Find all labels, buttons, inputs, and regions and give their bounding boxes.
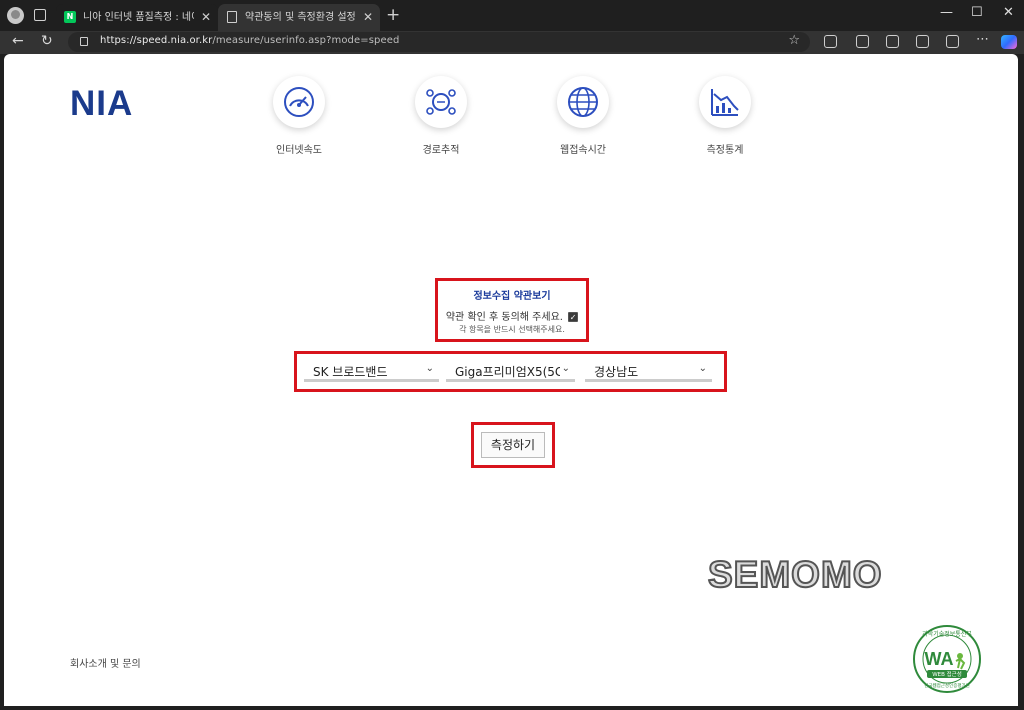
refresh-icon[interactable]: ↻ — [41, 33, 53, 49]
menu-item-web-access-time[interactable]: 웹접속시간 — [533, 76, 633, 156]
menu-label: 웹접속시간 — [560, 145, 606, 156]
badge-wa-text: WA — [925, 649, 954, 669]
agree-row: 약관 확인 후 동의해 주세요. ✓ — [438, 308, 586, 323]
required-hint: 각 항목을 반드시 선택해주세요. — [459, 325, 565, 334]
menu-label: 인터넷속도 — [276, 145, 322, 156]
page-favicon-icon — [227, 11, 237, 23]
globe-icon — [557, 76, 609, 128]
badge-ring-text: 과학기술정보통신부 — [922, 630, 972, 638]
menu-label: 경로추적 — [422, 145, 460, 156]
browser-essentials-icon[interactable] — [946, 35, 959, 48]
company-info-link[interactable]: 회사소개 및 문의 — [70, 655, 141, 670]
favorites-icon[interactable] — [886, 35, 899, 48]
web-page: NIA 인터넷속도 경로추적 웹접속시간 측정통계 정보수집 약관보기 약관 확… — [4, 54, 1018, 706]
agree-checkbox[interactable]: ✓ — [568, 312, 579, 322]
view-terms-link[interactable]: 정보수집 약관보기 — [438, 287, 586, 302]
chevron-down-icon: ⌄ — [698, 363, 707, 374]
route-trace-icon — [415, 76, 467, 128]
collections-icon[interactable] — [916, 35, 929, 48]
web-accessibility-badge: 과학기술정보통신부 WA WEB 접근성 한국웹접근성인증평가원 — [910, 624, 984, 694]
lock-icon — [80, 37, 88, 46]
minimize-button[interactable]: — — [940, 5, 953, 20]
new-tab-button[interactable]: + — [386, 5, 400, 25]
tab-naver-search[interactable]: N 니아 인터넷 품질측정 : 네이버 검 ✕ — [56, 4, 218, 31]
terms-agreement-section: 정보수집 약관보기 약관 확인 후 동의해 주세요. ✓ 각 항목을 반드시 선… — [435, 278, 589, 342]
nia-logo[interactable]: NIA — [70, 84, 133, 124]
tab-close-icon[interactable]: ✕ — [363, 4, 373, 31]
menu-item-internet-speed[interactable]: 인터넷속도 — [249, 76, 349, 156]
agree-label: 약관 확인 후 동의해 주세요. — [445, 312, 563, 323]
tab-title: 약관동의 및 측정환경 설정 | 인터 — [245, 12, 356, 23]
plan-select[interactable]: Giga프리미엄X5(5G ⌄ — [446, 363, 575, 382]
speedometer-icon — [273, 76, 325, 128]
url-text: https://speed.nia.or.kr/measure/userinfo… — [100, 35, 400, 46]
isp-select-value: SK 브로드밴드 — [313, 365, 388, 379]
measure-button[interactable]: 측정하기 — [481, 432, 545, 458]
measurement-environment-selectors: SK 브로드밴드 ⌄ Giga프리미엄X5(5G ⌄ 경상남도 ⌄ — [294, 351, 727, 392]
address-bar[interactable]: https://speed.nia.or.kr/measure/userinfo… — [68, 32, 810, 52]
statistics-chart-icon — [699, 76, 751, 128]
tab-title: 니아 인터넷 품질측정 : 네이버 검 — [83, 12, 194, 23]
semomo-watermark: SEMOMO — [707, 553, 883, 596]
menu-item-route-trace[interactable]: 경로추적 — [391, 76, 491, 156]
measure-button-highlight: 측정하기 — [471, 422, 555, 468]
browser-toolbar: ← ↻ https://speed.nia.or.kr/measure/user… — [0, 31, 1024, 54]
more-options-icon[interactable]: ⋯ — [976, 32, 989, 47]
copilot-icon[interactable] — [1001, 35, 1017, 49]
chevron-down-icon: ⌄ — [561, 363, 570, 374]
isp-select[interactable]: SK 브로드밴드 ⌄ — [304, 363, 439, 382]
close-window-button[interactable]: ✕ — [1003, 5, 1014, 20]
badge-bottom-text: 한국웹접근성인증평가원 — [924, 682, 970, 689]
profile-avatar-icon[interactable] — [7, 7, 24, 24]
naver-favicon-icon: N — [64, 11, 76, 23]
chevron-down-icon: ⌄ — [425, 363, 434, 374]
badge-sub-text: WEB 접근성 — [932, 670, 962, 678]
menu-label: 측정통계 — [706, 145, 744, 156]
region-select-value: 경상남도 — [594, 365, 639, 379]
back-arrow-icon[interactable]: ← — [12, 33, 24, 49]
tab-strip: N 니아 인터넷 품질측정 : 네이버 검 ✕ 약관동의 및 측정환경 설정 |… — [0, 0, 1024, 31]
extensions-icon[interactable] — [824, 35, 837, 48]
split-screen-icon[interactable] — [856, 35, 869, 48]
region-select[interactable]: 경상남도 ⌄ — [585, 363, 712, 382]
plan-select-value: Giga프리미엄X5(5G — [455, 365, 560, 379]
tab-close-icon[interactable]: ✕ — [201, 4, 211, 31]
menu-item-statistics[interactable]: 측정통계 — [675, 76, 775, 156]
maximize-button[interactable]: ☐ — [971, 5, 983, 20]
tab-actions-icon[interactable] — [34, 9, 46, 21]
favorite-star-icon[interactable]: ☆ — [788, 33, 800, 48]
tab-nia-userinfo[interactable]: 약관동의 및 측정환경 설정 | 인터 ✕ — [218, 4, 380, 31]
browser-window: N 니아 인터넷 품질측정 : 네이버 검 ✕ 약관동의 및 측정환경 설정 |… — [0, 0, 1024, 710]
